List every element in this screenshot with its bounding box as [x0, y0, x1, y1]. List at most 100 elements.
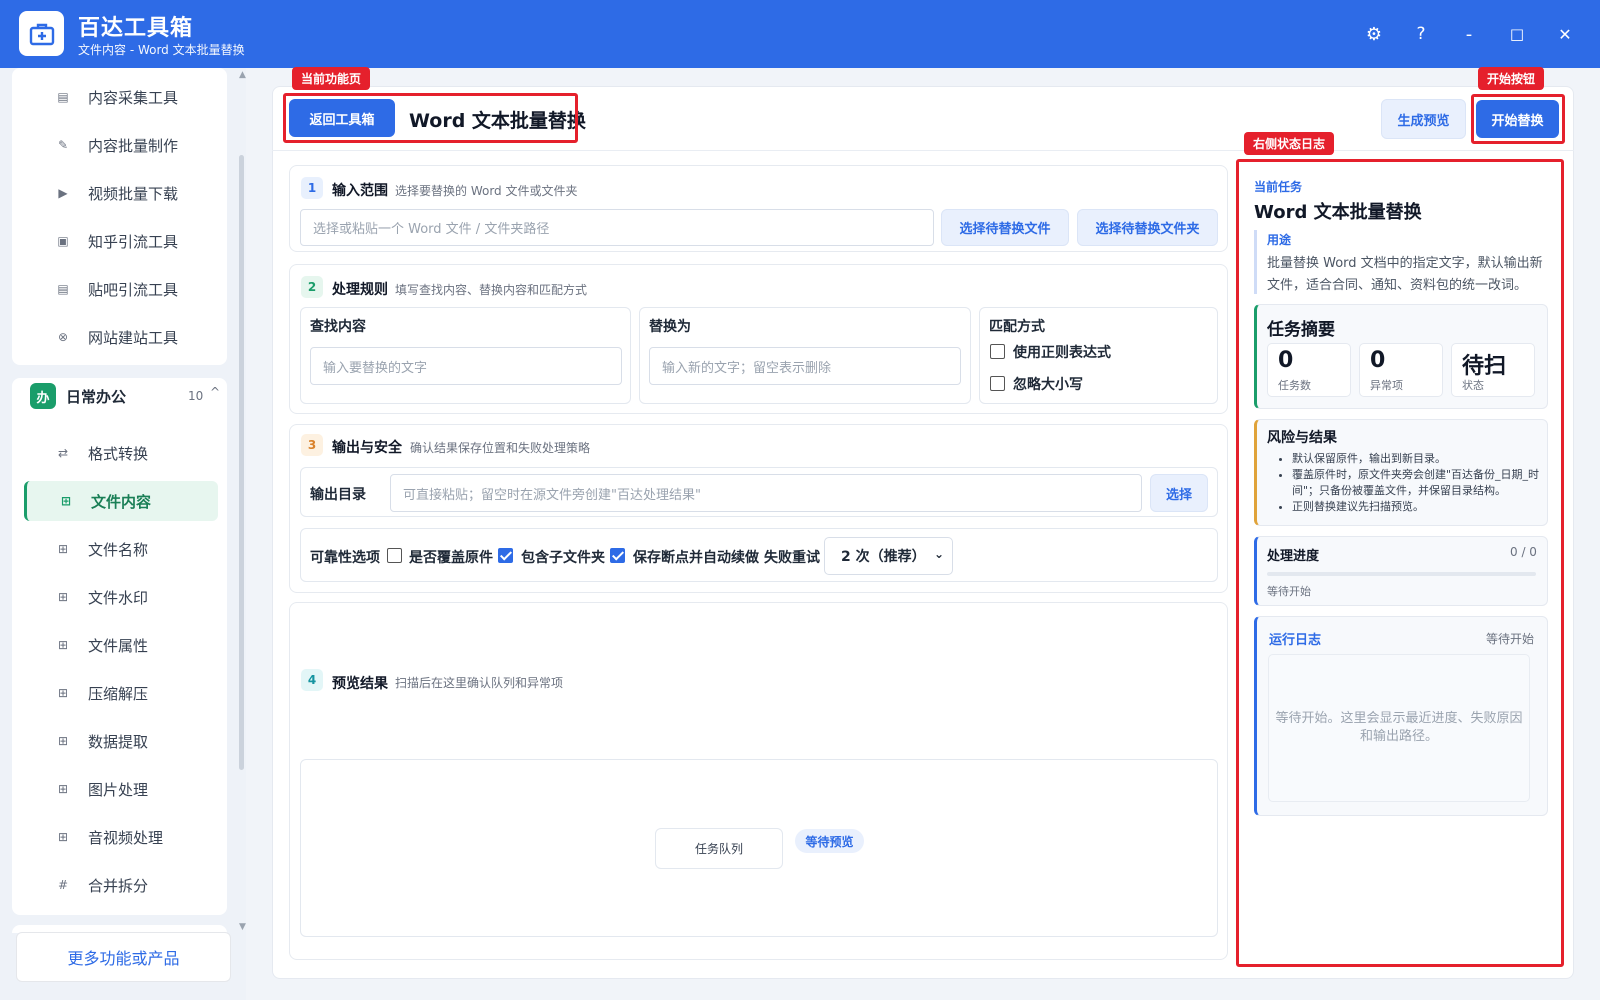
- sidebar-item[interactable]: ▣ 知乎引流工具: [24, 221, 218, 261]
- sidebar-item[interactable]: ⊞ 图片处理: [24, 769, 218, 809]
- retry-select-value: 2 次（推荐）: [841, 549, 926, 565]
- sidebar-item[interactable]: ⇄ 格式转换: [24, 433, 218, 473]
- replace-input[interactable]: 输入新的文字；留空表示删除: [649, 347, 961, 385]
- resume-label: 保存断点并自动续做: [633, 550, 759, 566]
- output-dir-input[interactable]: 可直接粘贴；留空时在源文件旁创建"百达处理结果": [390, 474, 1142, 512]
- minimize-button[interactable]: -: [1455, 20, 1483, 48]
- sidebar-scrollbar[interactable]: [239, 155, 244, 770]
- input-path-field[interactable]: 选择或粘贴一个 Word 文件 / 文件夹路径: [300, 209, 934, 246]
- run-log-content[interactable]: 等待开始。这里会显示最近进度、失败原因和输出路径。: [1268, 654, 1530, 802]
- retry-label: 失败重试: [764, 550, 820, 566]
- progress-status: 等待开始: [1267, 585, 1311, 598]
- help-icon[interactable]: ?: [1407, 20, 1435, 48]
- office-badge-icon: 办: [30, 383, 56, 409]
- regex-checkbox[interactable]: [990, 344, 1005, 359]
- sidebar-item[interactable]: ⊞ 音视频处理: [24, 817, 218, 857]
- group-header-daily-office[interactable]: 办 日常办公 10 ^: [26, 375, 226, 417]
- summary-stat: 0 任务数: [1267, 343, 1351, 397]
- document-icon: ▤: [57, 90, 69, 104]
- overwrite-checkbox[interactable]: [387, 548, 402, 563]
- sidebar-item[interactable]: ✎ 内容批量制作: [24, 125, 218, 165]
- section-3-title: 输出与安全: [332, 440, 402, 456]
- app-subtitle: 文件内容 - Word 文本批量替换: [78, 43, 245, 57]
- sidebar-item-label: 图片处理: [88, 780, 149, 799]
- grid-icon: ⊞: [57, 542, 69, 556]
- sidebar-item[interactable]: ⊞ 压缩解压: [24, 673, 218, 713]
- summary-stat-value: 0: [1370, 348, 1386, 373]
- sidebar-item-label: 网站建站工具: [88, 328, 179, 347]
- start-button-highlight: [1471, 94, 1565, 144]
- scroll-down-icon[interactable]: ▼: [239, 922, 246, 932]
- find-input[interactable]: 输入要替换的文字: [310, 347, 622, 385]
- reliability-label: 可靠性选项: [310, 550, 380, 566]
- risk-item: 正则替换建议先扫描预览。: [1292, 499, 1542, 515]
- ignore-case-checkbox[interactable]: [990, 376, 1005, 391]
- section-3-number: 3: [301, 434, 323, 456]
- sidebar-item[interactable]: ▤ 贴吧引流工具: [24, 269, 218, 309]
- group-count: 10: [188, 389, 204, 403]
- select-file-button[interactable]: 选择待替换文件: [941, 209, 1069, 246]
- start-button-tag: 开始按钮: [1478, 67, 1545, 90]
- section-2-number: 2: [301, 276, 323, 298]
- overwrite-label: 是否覆盖原件: [409, 550, 493, 566]
- sidebar-item-label: 内容采集工具: [88, 88, 179, 107]
- grid-icon: ⊞: [57, 782, 69, 796]
- title-bar: 百达工具箱 文件内容 - Word 文本批量替换 ⚙ ? - □ ✕: [0, 0, 1600, 68]
- chevron-up-icon[interactable]: ^: [210, 385, 220, 399]
- maximize-button[interactable]: □: [1503, 20, 1531, 48]
- current-page-highlight: [283, 93, 578, 143]
- usage-text: 批量替换 Word 文档中的指定文字，默认输出新文件，适合合同、通知、资料包的统…: [1267, 256, 1543, 293]
- tieba-icon: ▤: [57, 282, 69, 296]
- close-button[interactable]: ✕: [1551, 20, 1579, 48]
- sidebar-item[interactable]: ⊞ 文件名称: [24, 529, 218, 569]
- generate-preview-button[interactable]: 生成预览: [1381, 99, 1466, 139]
- retry-select[interactable]: 2 次（推荐） ⌄: [824, 537, 953, 575]
- sidebar-item[interactable]: ⊗ 网站建站工具: [24, 317, 218, 357]
- summary-stat: 待扫 状态: [1451, 343, 1535, 397]
- section-1-number: 1: [301, 177, 323, 199]
- subfolder-checkbox[interactable]: [498, 548, 513, 563]
- select-folder-button[interactable]: 选择待替换文件夹: [1077, 209, 1218, 246]
- status-log-tag: 右侧状态日志: [1244, 132, 1335, 155]
- replace-label: 替换为: [649, 319, 691, 335]
- sidebar-item[interactable]: # 合并拆分: [24, 865, 218, 905]
- sidebar-item[interactable]: ⊞ 文件内容: [24, 481, 218, 521]
- resume-checkbox[interactable]: [610, 548, 625, 563]
- sidebar-item-label: 文件内容: [91, 492, 152, 511]
- toolbox-logo-icon: [19, 11, 64, 56]
- sidebar-item[interactable]: ▶ 视频批量下载: [24, 173, 218, 213]
- status-badge: 等待预览: [795, 829, 864, 853]
- grid-icon: ⊞: [57, 734, 69, 748]
- settings-icon[interactable]: ⚙: [1360, 20, 1388, 48]
- sidebar-item-label: 文件名称: [88, 540, 149, 559]
- scroll-up-icon[interactable]: ▲: [239, 70, 246, 80]
- sidebar-item[interactable]: ⊞ 数据提取: [24, 721, 218, 761]
- convert-icon: ⇄: [57, 446, 69, 460]
- chevron-down-icon: ⌄: [933, 547, 944, 561]
- section-2-desc: 填写查找内容、替换内容和匹配方式: [395, 283, 588, 297]
- progress-bar: [1267, 572, 1536, 576]
- pen-icon: ✎: [57, 138, 69, 152]
- header-divider: [272, 150, 1574, 151]
- sidebar-item[interactable]: ⊞ 文件属性: [24, 625, 218, 665]
- summary-stat-value: 0: [1278, 348, 1294, 373]
- sidebar-item-label: 知乎引流工具: [88, 232, 179, 251]
- hash-icon: #: [57, 878, 69, 892]
- run-log-title: 运行日志: [1269, 633, 1322, 648]
- run-log-status: 等待开始: [1486, 632, 1535, 646]
- sidebar-item-label: 内容批量制作: [88, 136, 179, 155]
- grid-icon: ⊞: [60, 494, 72, 508]
- match-mode-label: 匹配方式: [989, 319, 1045, 335]
- choose-output-dir-button[interactable]: 选择: [1150, 474, 1208, 512]
- sidebar-item-label: 贴吧引流工具: [88, 280, 179, 299]
- more-products-button[interactable]: 更多功能或产品: [16, 932, 231, 982]
- risk-list: 默认保留原件，输出到新目录。覆盖原件时，原文件夹旁会创建"百达备份_日期_时间"…: [1280, 451, 1542, 515]
- sidebar-item[interactable]: ⊞ 文件水印: [24, 577, 218, 617]
- summary-stat-value: 待扫: [1462, 354, 1507, 379]
- sidebar-item[interactable]: ▤ 内容采集工具: [24, 77, 218, 117]
- task-queue-chip[interactable]: 任务队列: [655, 828, 783, 869]
- task-title: Word 文本批量替换: [1254, 202, 1422, 223]
- section-4-desc: 扫描后在这里确认队列和异常项: [395, 676, 564, 690]
- video-icon: ▶: [58, 186, 68, 200]
- summary-stat-caption: 状态: [1462, 379, 1484, 392]
